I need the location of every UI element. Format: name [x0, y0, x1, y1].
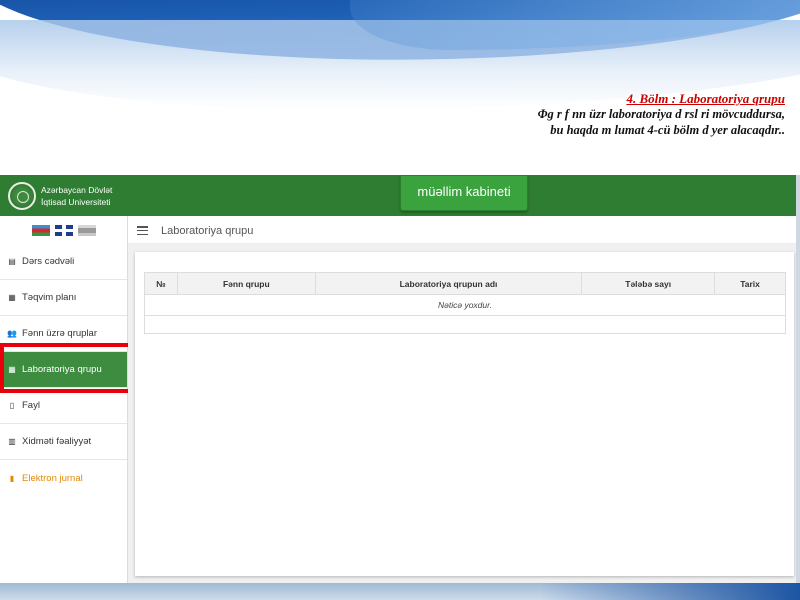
slide-description-line2: bu haqda m lumat 4-cü bölm d yer alacaqd… [550, 123, 785, 137]
sidebar-item-xidmeti-fealiyyet[interactable]: ▥ Xidməti fəaliyyət [0, 424, 127, 460]
menu-toggle-icon[interactable] [137, 226, 148, 236]
document-icon: ▮ [9, 473, 15, 483]
slide-title: 4. Bölm : Laboratoriya qrupu [626, 91, 785, 106]
sidebar-item-label: Elektron jurnal [22, 472, 83, 484]
table-footer-row [144, 315, 786, 334]
university-name[interactable]: Azərbaycan Dövlət İqtisad Universiteti [41, 184, 112, 208]
empty-result-message: Nəticə yoxdur. [144, 294, 786, 316]
page-title: Laboratoriya qrupu [161, 225, 254, 237]
slide-header-background [0, 0, 800, 175]
slide-description: Φg r f nn üzr laboratoriya d rsl ri mövc… [425, 106, 785, 138]
table-footer-cell [144, 315, 786, 334]
column-header-date[interactable]: Tarix [714, 272, 786, 295]
sidebar-item-ders-cedveli[interactable]: ▤ Dərs cədvəli [0, 244, 127, 280]
university-name-line1: Azərbaycan Dövlət [41, 185, 113, 195]
lab-groups-table: № Fənn qrupu Laboratoriya qrupun adı Təl… [144, 272, 786, 334]
app-header [0, 175, 796, 216]
teacher-cabinet-button[interactable]: müəllim kabineti [400, 175, 528, 211]
sidebar-item-label: Fayl [22, 400, 40, 411]
ru-flag-icon[interactable] [78, 225, 96, 236]
university-name-line2: İqtisad Universiteti [41, 197, 111, 207]
language-switcher [32, 225, 96, 237]
university-logo-icon[interactable] [8, 182, 36, 210]
slide-right-edge [796, 175, 800, 585]
sidebar-item-fayl[interactable]: ▯ Fayl [0, 388, 127, 424]
sidebar-item-label: Təqvim planı [22, 292, 77, 303]
column-header-subject-group[interactable]: Fənn qrupu [176, 272, 316, 295]
uk-flag-icon[interactable] [55, 225, 73, 236]
file-icon: ▯ [9, 401, 15, 410]
annotation-highlight-box [0, 343, 132, 393]
column-header-student-count[interactable]: Tələbə sayı [581, 272, 716, 295]
sidebar-item-label: Fənn üzrə qruplar [22, 328, 97, 339]
sidebar-item-elektron-jurnal[interactable]: ▮ Elektron jurnal [0, 460, 127, 496]
slide-description-line1: Φg r f nn üzr laboratoriya d rsl ri mövc… [537, 107, 785, 121]
sidebar-item-teqvim-plani[interactable]: ▦ Təqvim planı [0, 280, 127, 316]
sidebar-item-label: Dərs cədvəli [22, 256, 75, 267]
column-header-number[interactable]: № [144, 272, 178, 295]
sidebar-item-label: Xidməti fəaliyyət [22, 436, 92, 447]
users-icon: 👥 [7, 329, 17, 338]
calendar-icon: ▦ [8, 293, 16, 302]
table-row: Nəticə yoxdur. [144, 294, 786, 316]
table-header-row: № Fənn qrupu Laboratoriya qrupun adı Təl… [144, 272, 786, 295]
column-header-lab-group-name[interactable]: Laboratoriya qrupun adı [314, 272, 583, 295]
book-icon: ▤ [8, 257, 16, 266]
bar-chart-icon: ▥ [8, 437, 16, 446]
az-flag-icon[interactable] [32, 225, 50, 236]
slide-footer-background [0, 583, 800, 600]
